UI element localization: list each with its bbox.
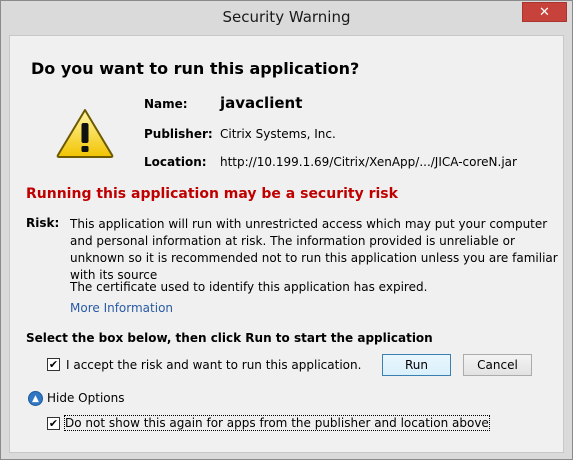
- risk-description: This application will run with unrestric…: [70, 217, 558, 282]
- title-bar[interactable]: Security Warning ✕: [1, 1, 572, 35]
- do-not-show-again-checkbox[interactable]: ✔: [47, 417, 60, 430]
- dialog-body: Do you want to run this application? Nam…: [9, 35, 564, 453]
- risk-heading: Running this application may be a securi…: [26, 186, 398, 202]
- warning-triangle-icon: [56, 108, 114, 162]
- window-title: Security Warning: [222, 8, 351, 26]
- security-warning-dialog: Security Warning ✕ Do you want to run th…: [0, 0, 573, 460]
- select-box-instruction: Select the box below, then click Run to …: [26, 331, 433, 345]
- hide-options-toggle[interactable]: Hide Options: [47, 391, 124, 405]
- publisher-value: Citrix Systems, Inc.: [220, 127, 336, 141]
- dialog-question: Do you want to run this application?: [31, 59, 360, 78]
- close-button[interactable]: ✕: [522, 2, 567, 22]
- chevron-up-icon[interactable]: ▲: [28, 391, 43, 406]
- cancel-button[interactable]: Cancel: [463, 354, 532, 376]
- certificate-expired-text: The certificate used to identify this ap…: [70, 280, 428, 294]
- location-value: http://10.199.1.69/Citrix/XenApp/.../JIC…: [220, 155, 517, 169]
- app-name: javaclient: [220, 94, 303, 112]
- checkmark-icon: ✔: [48, 417, 59, 430]
- more-information-link[interactable]: More Information: [70, 301, 173, 315]
- close-icon: ✕: [539, 4, 550, 20]
- location-label: Location:: [144, 155, 207, 169]
- run-button[interactable]: Run: [382, 354, 451, 376]
- checkmark-icon: ✔: [48, 358, 59, 371]
- risk-label: Risk:: [26, 216, 60, 230]
- do-not-show-again-label[interactable]: Do not show this again for apps from the…: [64, 415, 490, 431]
- publisher-label: Publisher:: [144, 127, 213, 141]
- name-label: Name:: [144, 97, 188, 111]
- accept-risk-checkbox[interactable]: ✔: [47, 358, 60, 371]
- accept-risk-label[interactable]: I accept the risk and want to run this a…: [66, 358, 361, 372]
